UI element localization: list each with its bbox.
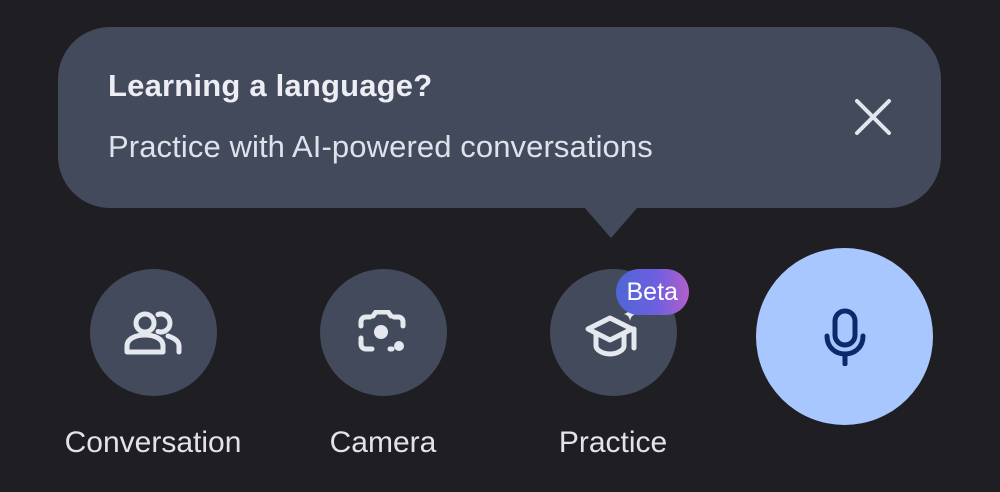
conversation-button[interactable] bbox=[89, 269, 217, 396]
camera-button[interactable] bbox=[319, 269, 447, 396]
camera-mode[interactable]: Camera bbox=[283, 269, 483, 460]
close-tooltip-button[interactable] bbox=[843, 87, 903, 147]
practice-tooltip: Learning a language? Practice with AI-po… bbox=[58, 27, 941, 208]
people-icon bbox=[124, 311, 182, 354]
conversation-label: Conversation bbox=[64, 426, 242, 459]
tooltip-pointer bbox=[584, 207, 638, 238]
tooltip-title: Learning a language? bbox=[108, 68, 433, 103]
beta-badge: Beta bbox=[615, 269, 689, 315]
conversation-mode[interactable]: Conversation bbox=[53, 269, 253, 460]
practice-label: Practice bbox=[558, 426, 668, 459]
close-icon bbox=[855, 99, 891, 135]
practice-mode[interactable]: Beta Practice bbox=[513, 269, 713, 460]
microphone-icon bbox=[824, 308, 865, 366]
camera-label: Camera bbox=[329, 426, 437, 459]
practice-button[interactable]: Beta bbox=[549, 269, 689, 396]
lens-camera-icon bbox=[358, 309, 406, 351]
tooltip-subtitle: Practice with AI-powered conversations bbox=[108, 129, 653, 164]
microphone-button[interactable] bbox=[756, 248, 933, 425]
